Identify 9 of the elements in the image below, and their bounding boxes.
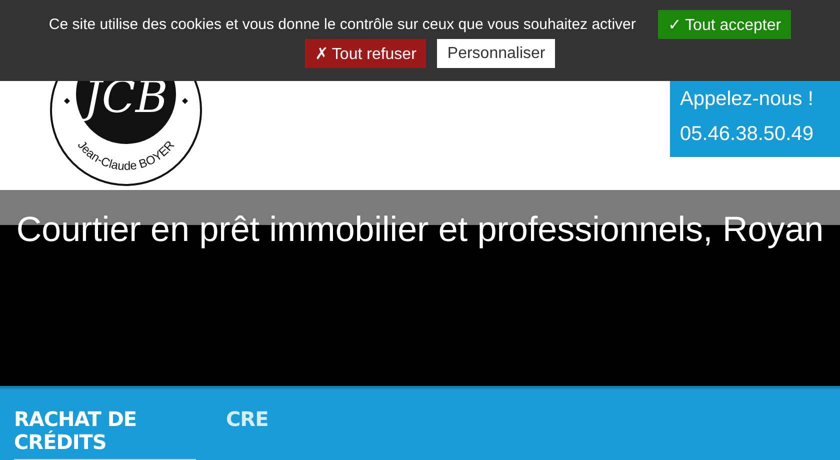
cookie-message: Ce site utilise des cookies et vous donne le contrôle sur ceux que vous souhaitez activer [48,16,636,33]
phone-link[interactable]: 05.46.38.50.49 [680,117,814,152]
deny-all-button[interactable]: ✗ Tout refuser [304,39,426,68]
slide-title[interactable]: CRE [226,408,408,436]
accept-all-button[interactable]: ✓ Tout accepter [658,10,792,39]
page-title: Courtier en prêt immobilier et professionnels, Royan [15,209,825,251]
customize-button[interactable]: Personnaliser [437,39,556,68]
slide-title[interactable]: RACHAT DE CRÉDITS [14,408,196,460]
call-label: Appelez-nous ! [680,87,814,112]
